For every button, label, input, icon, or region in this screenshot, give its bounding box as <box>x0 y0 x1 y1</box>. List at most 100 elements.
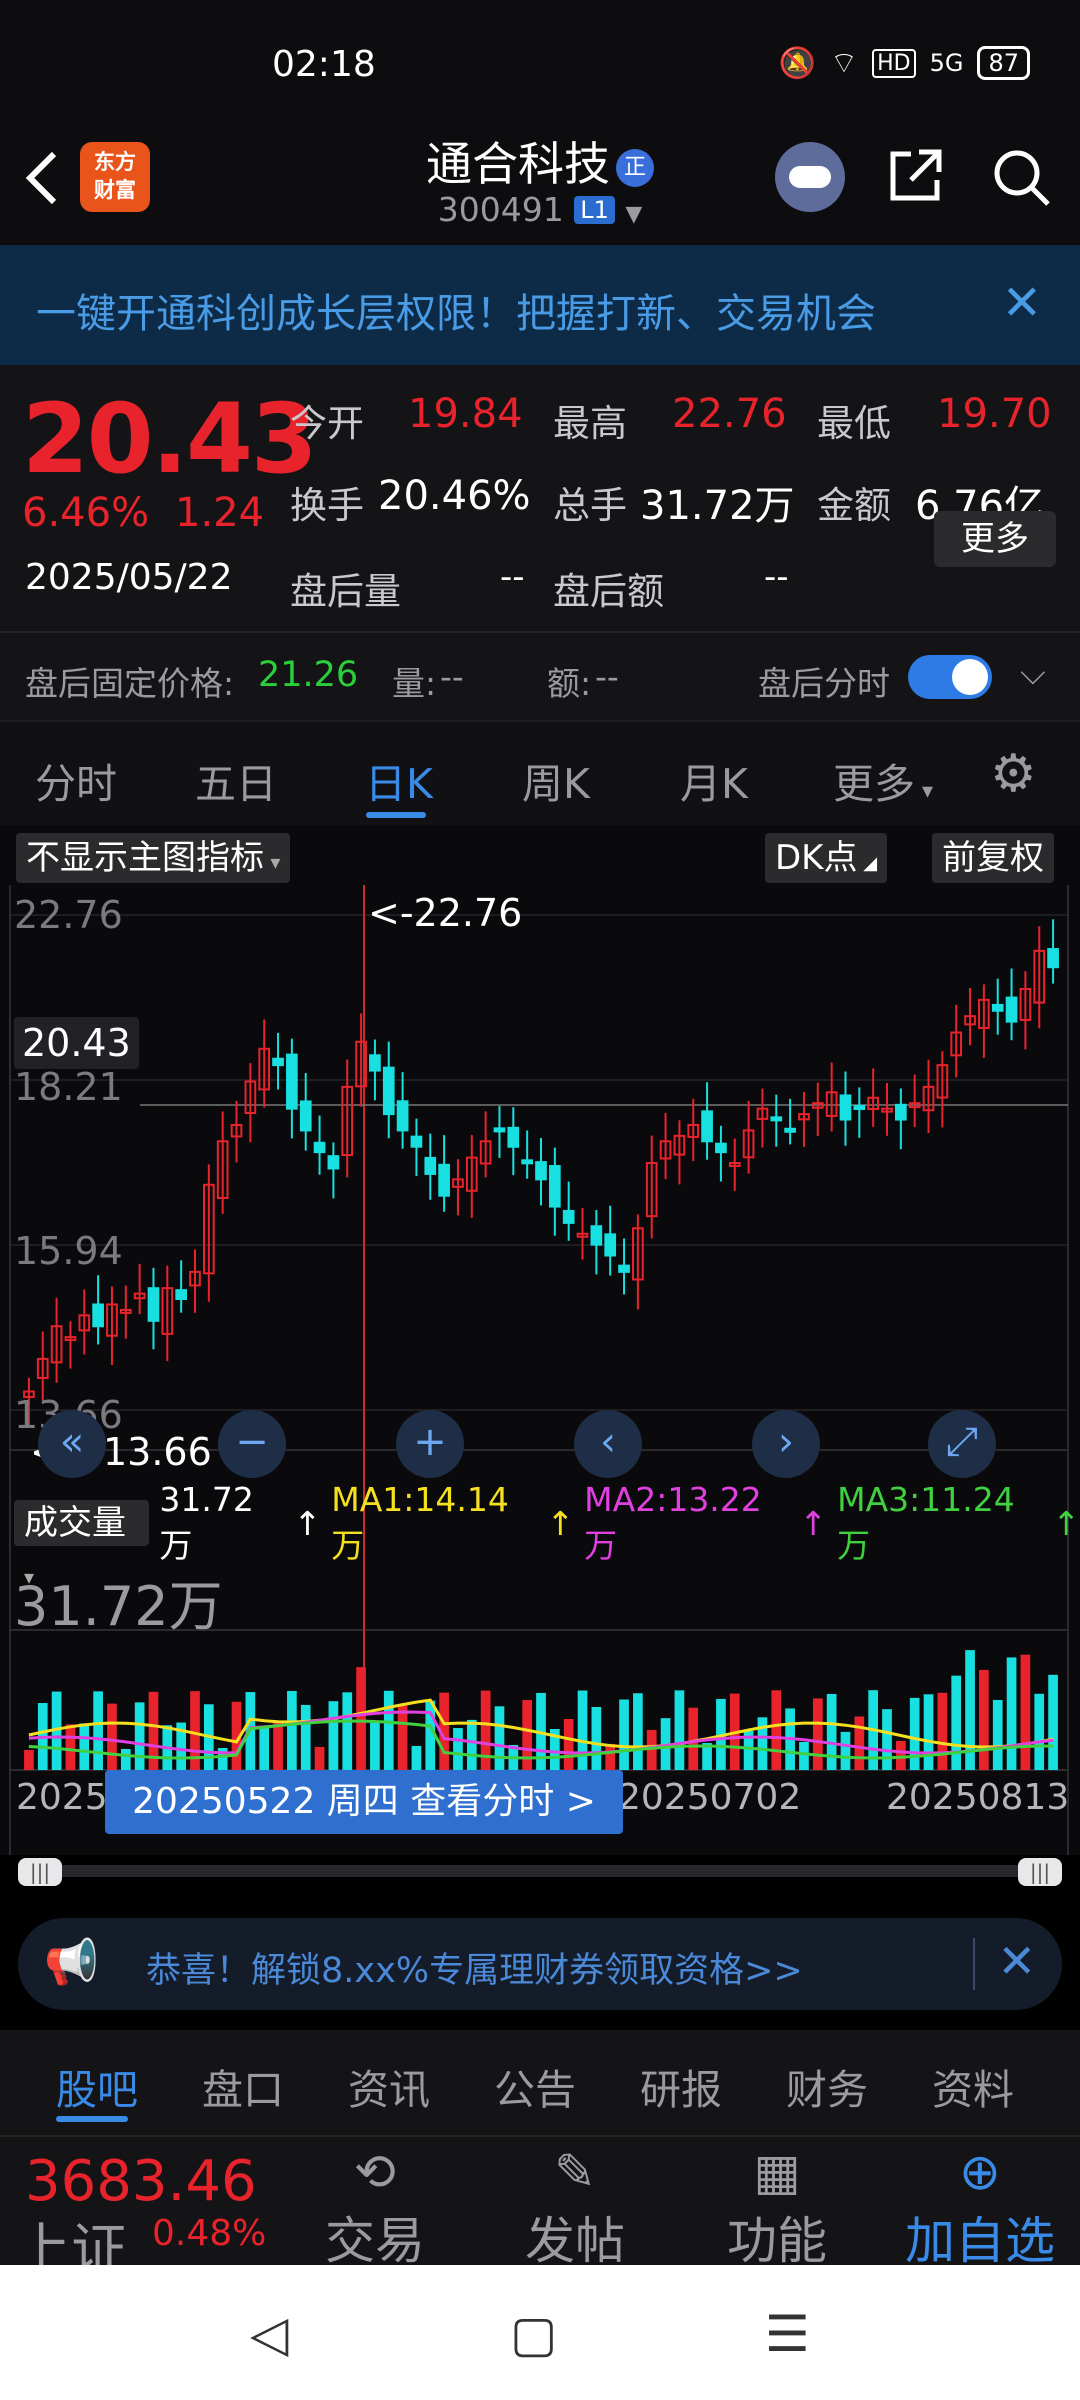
zoom-in-icon[interactable]: + <box>396 1410 464 1478</box>
amt-label: 额: <box>547 664 592 703</box>
candle-body <box>272 1057 284 1067</box>
volume-bar <box>259 1726 270 1770</box>
status-bar: 02:18 🔕 ⌔ HD 5G 87 <box>0 0 1080 110</box>
share-icon[interactable] <box>885 146 945 206</box>
change-value: 1.24 <box>175 490 265 536</box>
volume-bar <box>937 1692 948 1770</box>
fast-back-icon[interactable]: « <box>38 1410 106 1478</box>
tab-monthly-k[interactable]: 月K <box>680 750 748 810</box>
candle-body <box>784 1127 796 1133</box>
tab-more[interactable]: 更多 ▾ <box>833 750 933 810</box>
volume-bar <box>356 1667 366 1770</box>
signal-icon: 5G <box>929 49 964 77</box>
volume-bar <box>591 1706 602 1770</box>
grid-icon: ▦ <box>753 2143 801 2201</box>
candle-body <box>618 1264 630 1273</box>
low-label: 最低 <box>817 402 891 445</box>
kline-chart-area[interactable]: 不显示主图指标 ▾ DK点 ◢ 前复权 22.76 18.21 15.94 13… <box>0 825 1080 1855</box>
x-label-start: 2025 <box>16 1777 108 1818</box>
megaphone-icon: 📢 <box>44 1937 99 1988</box>
volume-bar <box>453 1728 463 1770</box>
more-button[interactable]: 更多 <box>934 511 1056 567</box>
trade-button[interactable]: ⟲ 交易 <box>295 2137 455 2273</box>
move-left-icon[interactable]: ‹ <box>574 1410 642 1478</box>
wifi-icon: ⌔ <box>829 46 859 81</box>
candle-body <box>535 1161 547 1181</box>
candle-body <box>424 1156 437 1175</box>
volume-legend: 成交量 ▾ 31.72万 ↑ MA1:14.14万 ↑ MA2:13.22万 ↑ MA… <box>0 1480 1080 1589</box>
x-label-end: 20250813 <box>886 1777 1070 1818</box>
plus-circle-icon: ⊕ <box>959 2143 1001 2201</box>
volume-bar <box>799 1741 809 1770</box>
close-icon[interactable]: ✕ <box>1002 275 1042 331</box>
tab-daily-k[interactable]: 日K <box>365 750 433 810</box>
promo-banner[interactable]: 一键开通科创成长层权限！把握打新、交易机会 ✕ <box>0 245 1080 365</box>
view-timeshare-button[interactable]: 20250522 周四 查看分时 > <box>105 1770 623 1834</box>
candle-body <box>562 1209 575 1224</box>
clock: 02:18 <box>272 44 376 85</box>
scroll-handle-right[interactable]: ||| <box>1018 1858 1062 1886</box>
tab-weekly-k[interactable]: 周K <box>522 750 590 810</box>
tab-profile[interactable]: 资料 <box>932 2056 1014 2116</box>
volume-indicator-select[interactable]: 成交量 ▾ <box>14 1500 150 1589</box>
functions-button[interactable]: ▦ 功能 <box>697 2137 857 2273</box>
volume-bar <box>605 1743 616 1770</box>
tab-research[interactable]: 研报 <box>640 2056 722 2116</box>
volume-bar <box>300 1704 311 1770</box>
turnover-value: 20.46% <box>378 473 531 519</box>
tab-announcements[interactable]: 公告 <box>494 2056 576 2116</box>
volume-bar <box>328 1701 339 1770</box>
volume-bar <box>992 1699 1003 1770</box>
volume-bar <box>107 1703 117 1770</box>
post-button[interactable]: ✎ 发帖 <box>495 2137 655 2273</box>
high-value: 22.76 <box>672 391 787 437</box>
bottom-action-bar: 3683.46 上证 0.48% ⟲ 交易 ✎ 发帖 ▦ 功能 ⊕ 加自选 <box>0 2135 1080 2283</box>
tab-news[interactable]: 资讯 <box>348 2056 430 2116</box>
volume-label: 总手 <box>553 484 627 527</box>
candle-body <box>715 1142 727 1154</box>
assistant-robot-icon[interactable] <box>775 142 845 212</box>
ad-text[interactable]: 恭喜！解锁8.xx%专属理财券领取资格>> <box>146 1942 803 1993</box>
zoom-out-icon[interactable]: − <box>218 1410 286 1478</box>
nav-back-icon[interactable]: ◁ <box>250 2305 288 2363</box>
volume-bar <box>120 1748 131 1770</box>
volume-bar <box>1006 1657 1017 1770</box>
candle-body <box>382 1066 395 1116</box>
low-value: 19.70 <box>937 391 1052 437</box>
gear-icon[interactable]: ⚙ <box>990 744 1037 804</box>
nav-menu-icon[interactable]: ☰ <box>765 2305 810 2363</box>
add-watchlist-button[interactable]: ⊕ 加自选 <box>900 2137 1060 2273</box>
divider <box>0 631 1080 633</box>
close-icon[interactable]: ✕ <box>997 1934 1036 1988</box>
search-icon[interactable] <box>990 146 1054 210</box>
candle-body <box>853 1104 866 1110</box>
volume-bar <box>79 1723 90 1770</box>
main-indicator-select[interactable]: 不显示主图指标 ▾ <box>16 833 291 883</box>
current-price: 20.43 <box>22 383 318 495</box>
candle-body <box>493 1127 506 1133</box>
chevron-down-icon[interactable]: ⌵ <box>1020 653 1046 693</box>
chart-scrollbar[interactable] <box>18 1865 1062 1877</box>
tab-finance[interactable]: 财务 <box>786 2056 868 2116</box>
dk-point-button[interactable]: DK点 ◢ <box>765 833 888 883</box>
volume-bar <box>674 1690 685 1770</box>
tab-timeshare[interactable]: 分时 <box>35 750 117 810</box>
ad-banner[interactable]: 📢 恭喜！解锁8.xx%专属理财券领取资格>> ✕ <box>18 1918 1062 2010</box>
candle-body <box>369 1054 381 1072</box>
tab-orderbook[interactable]: 盘口 <box>202 2056 284 2116</box>
candle-body <box>1047 948 1059 969</box>
volume-bar <box>923 1694 934 1770</box>
volume-bar <box>466 1719 477 1770</box>
quote-date: 2025/05/22 <box>25 557 233 598</box>
tab-forum[interactable]: 股吧 <box>56 2056 138 2116</box>
nav-home-icon[interactable]: ▢ <box>510 2305 557 2363</box>
scroll-handle-left[interactable]: ||| <box>18 1858 62 1886</box>
promo-text[interactable]: 一键开通科创成长层权限！把握打新、交易机会 <box>36 281 876 339</box>
move-right-icon[interactable]: › <box>752 1410 820 1478</box>
candle-body <box>396 1100 409 1132</box>
volume-bar <box>633 1693 643 1770</box>
after-hours-toggle[interactable] <box>908 655 992 699</box>
adjust-select[interactable]: 前复权 <box>932 833 1054 883</box>
fullscreen-icon[interactable]: ⤢ <box>928 1410 996 1478</box>
tab-five-day[interactable]: 五日 <box>195 750 277 810</box>
